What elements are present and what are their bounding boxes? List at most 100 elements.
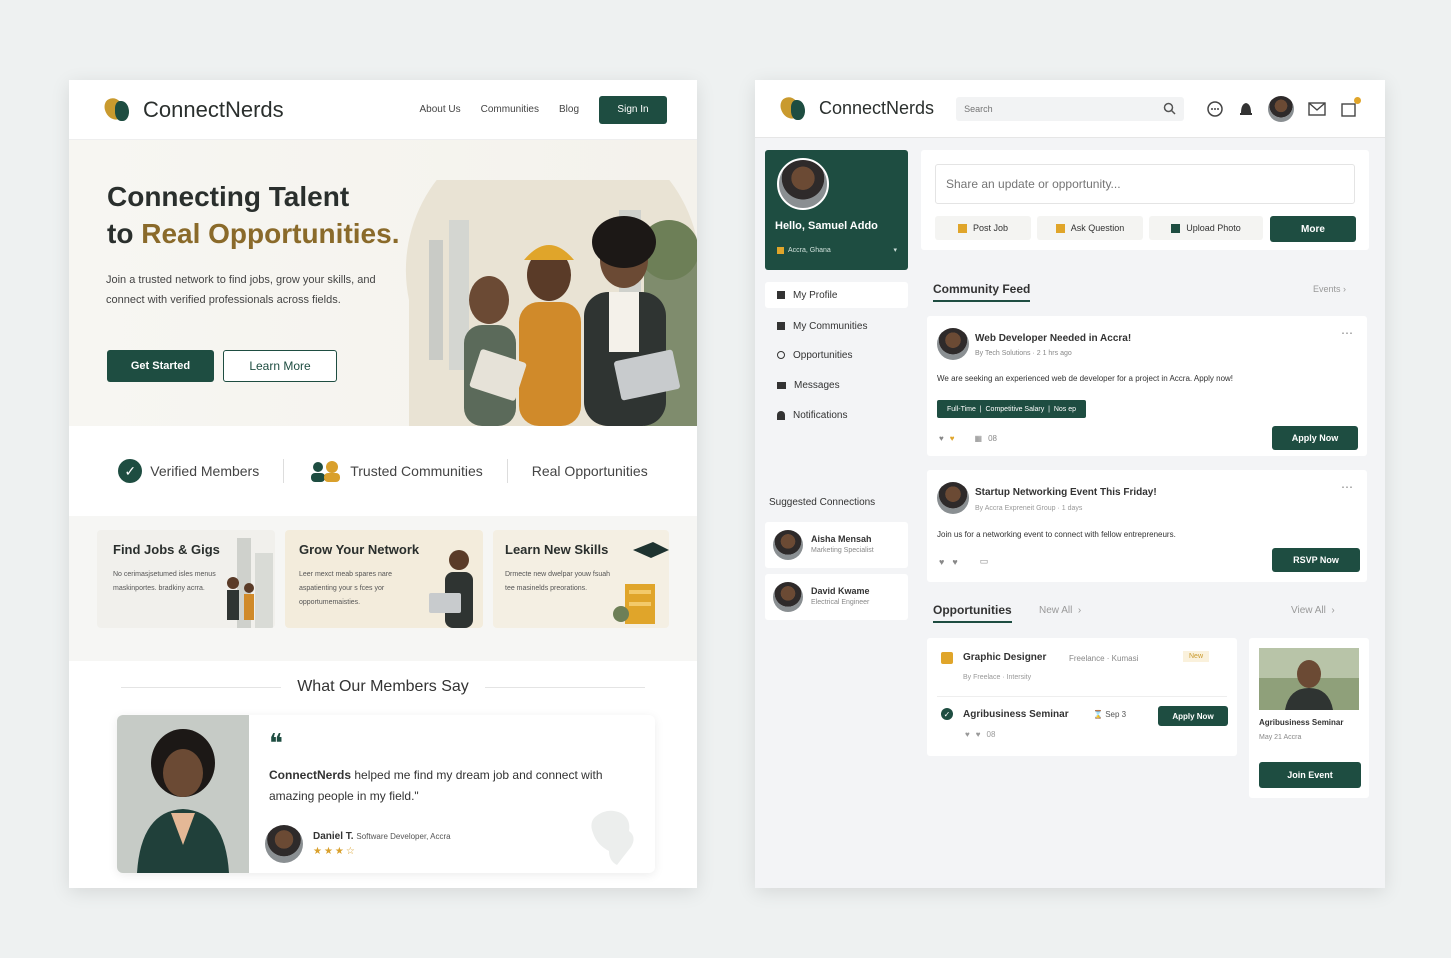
heart-icon[interactable]: ♥ xyxy=(950,434,955,443)
sidebar-item-label: Notifications xyxy=(793,409,848,421)
post-job-button[interactable]: Post Job xyxy=(935,216,1031,240)
post-title[interactable]: Web Developer Needed in Accra! xyxy=(975,333,1131,344)
feature-verified: ✓ Verified Members xyxy=(118,459,259,483)
get-started-button[interactable]: Get Started xyxy=(107,350,214,382)
card-text: No cerimasjsetumed isles menus maskinpor… xyxy=(113,571,216,592)
sidebar-item-profile[interactable]: My Profile xyxy=(765,282,908,308)
card-find-jobs[interactable]: Find Jobs & Gigs No cerimasjsetumed isle… xyxy=(97,530,275,628)
app-header: ConnectNerds xyxy=(755,80,1385,138)
join-event-button[interactable]: Join Event xyxy=(1259,762,1361,788)
opportunity-title[interactable]: Agribusiness Seminar xyxy=(963,709,1069,720)
search-input[interactable] xyxy=(964,103,1135,114)
chat-icon[interactable] xyxy=(1206,100,1224,118)
author-name: Daniel T. xyxy=(313,831,354,842)
post-tags: Full-Time | Competitive Salary | Nos ep xyxy=(937,400,1087,418)
testimonials-section: What Our Members Say ❝ ConnectNerds help… xyxy=(69,661,697,888)
post-avatar xyxy=(937,482,969,514)
hero-title-accent: Real Opportunities. xyxy=(141,218,400,249)
apply-now-button[interactable]: Apply Now xyxy=(1272,426,1358,450)
person-avatar xyxy=(773,582,803,612)
bell-icon[interactable] xyxy=(1238,100,1254,118)
card-text: Leer mexct meab spares nare aspatienting… xyxy=(299,571,392,606)
event-date: May 21 Accra xyxy=(1259,734,1302,741)
mail-icon[interactable] xyxy=(1308,101,1326,116)
quote-brand: ConnectNerds xyxy=(269,768,352,782)
events-link[interactable]: Events › xyxy=(1313,284,1346,294)
apply-now-button[interactable]: Apply Now xyxy=(1158,706,1228,726)
signin-button[interactable]: Sign In xyxy=(599,95,667,124)
logo[interactable]: ConnectNerds xyxy=(102,95,284,125)
testimonials-heading-row: What Our Members Say xyxy=(69,677,697,697)
logo[interactable]: ConnectNerds xyxy=(778,94,935,124)
heart-icon[interactable]: ♥ xyxy=(939,557,944,567)
hero-title-prefix: to xyxy=(107,218,142,249)
search-box[interactable] xyxy=(956,96,1185,121)
sidebar-item-notifications[interactable]: Notifications xyxy=(765,400,908,430)
upload-photo-button[interactable]: Upload Photo xyxy=(1149,216,1263,240)
user-avatar[interactable] xyxy=(1268,95,1295,122)
opportunity-meta: Freelance · Kumasi xyxy=(1069,654,1139,663)
divider xyxy=(484,686,645,688)
features-strip: ✓ Verified Members Trusted Communities R… xyxy=(69,426,697,516)
new-all-link[interactable]: New All › xyxy=(1039,605,1081,616)
more-options-icon[interactable]: ⋯ xyxy=(1341,480,1353,494)
comment-count: 08 xyxy=(988,434,997,443)
rsvp-now-button[interactable]: RSVP Now xyxy=(1272,548,1360,572)
search-icon[interactable] xyxy=(1163,102,1176,115)
profile-card[interactable]: Hello, Samuel Addo Accra, Ghana ▾ xyxy=(765,150,908,270)
africa-map-icon xyxy=(591,810,634,865)
nav-communities[interactable]: Communities xyxy=(481,104,539,115)
comment-icon[interactable]: ▦ xyxy=(975,434,983,443)
heart-icon[interactable]: ♥ xyxy=(939,434,944,443)
heart-icon[interactable]: ♥ xyxy=(965,730,970,739)
more-button[interactable]: More xyxy=(1270,216,1356,242)
share-icon[interactable]: ▭ xyxy=(980,556,989,567)
post-title[interactable]: Startup Networking Event This Friday! xyxy=(975,487,1157,498)
card-learn-skills[interactable]: Learn New Skills Drmecte new dwelpar you… xyxy=(493,530,669,628)
hero-subtitle: Join a trusted network to find jobs, gro… xyxy=(106,274,376,306)
cart-icon[interactable] xyxy=(1340,96,1362,118)
question-icon xyxy=(1055,223,1065,233)
calendar-icon: ⌛ xyxy=(1093,710,1103,719)
upload-photo-label: Upload Photo xyxy=(1186,223,1241,233)
testimonial-card: ❝ ConnectNerds helped me find my dream j… xyxy=(117,715,655,873)
hero-title-line1: Connecting Talent xyxy=(107,181,350,212)
africa-logo-icon xyxy=(778,94,811,124)
nav-blog[interactable]: Blog xyxy=(559,104,579,115)
africa-logo-icon xyxy=(102,95,135,125)
opportunity-title[interactable]: Graphic Designer xyxy=(963,652,1046,663)
learn-more-button[interactable]: Learn More xyxy=(223,350,337,382)
sidebar-item-messages[interactable]: Messages xyxy=(765,370,908,400)
sidebar-item-communities[interactable]: My Communities xyxy=(765,312,908,340)
location-pin-icon xyxy=(777,246,784,254)
more-options-icon[interactable]: ⋯ xyxy=(1341,326,1353,340)
brand-name: ConnectNerds xyxy=(819,98,935,118)
feature-trusted-label: Trusted Communities xyxy=(350,463,483,479)
chevron-down-icon[interactable]: ▾ xyxy=(893,246,897,254)
shield-check-icon: ✓ xyxy=(118,459,143,483)
heart-icon[interactable]: ♥ xyxy=(952,557,957,567)
sidebar-item-opportunities[interactable]: Opportunities xyxy=(765,340,908,370)
composer-input[interactable] xyxy=(935,164,1355,204)
nav-about[interactable]: About Us xyxy=(419,104,460,115)
heart-icon[interactable]: ♥ xyxy=(976,730,981,739)
sidebar-menu: My Profile My Communities Opportunities … xyxy=(765,282,908,430)
people-icon xyxy=(308,460,342,482)
sidebar-item-label: Opportunities xyxy=(793,349,853,361)
post-reactions: ♥ ♥ ▦ 08 xyxy=(939,434,997,443)
opportunity-sub: By Freelace · Intersity xyxy=(963,674,1032,681)
suggested-person[interactable]: David Kwame Electrical Engineer xyxy=(765,574,908,620)
feed-heading: Community Feed xyxy=(933,282,1031,302)
view-all-link[interactable]: View All › xyxy=(1291,605,1335,616)
ask-question-button[interactable]: Ask Question xyxy=(1037,216,1143,240)
event-card[interactable]: Agribusiness Seminar May 21 Accra Join E… xyxy=(1249,638,1369,798)
card-title: Learn New Skills xyxy=(505,542,609,557)
card-grow-network[interactable]: Grow Your Network Leer mexct meab spares… xyxy=(285,530,483,628)
event-photo xyxy=(1259,648,1359,710)
ask-question-label: Ask Question xyxy=(1070,223,1125,233)
suggested-person[interactable]: Aisha Mensah Marketing Specialist xyxy=(765,522,908,568)
author-line: Daniel T. Software Developer, Accra xyxy=(313,831,451,842)
profile-location-text: Accra, Ghana xyxy=(788,246,831,254)
photo-icon xyxy=(1171,223,1181,233)
post-body: Join us for a networking event to connec… xyxy=(937,530,1176,539)
